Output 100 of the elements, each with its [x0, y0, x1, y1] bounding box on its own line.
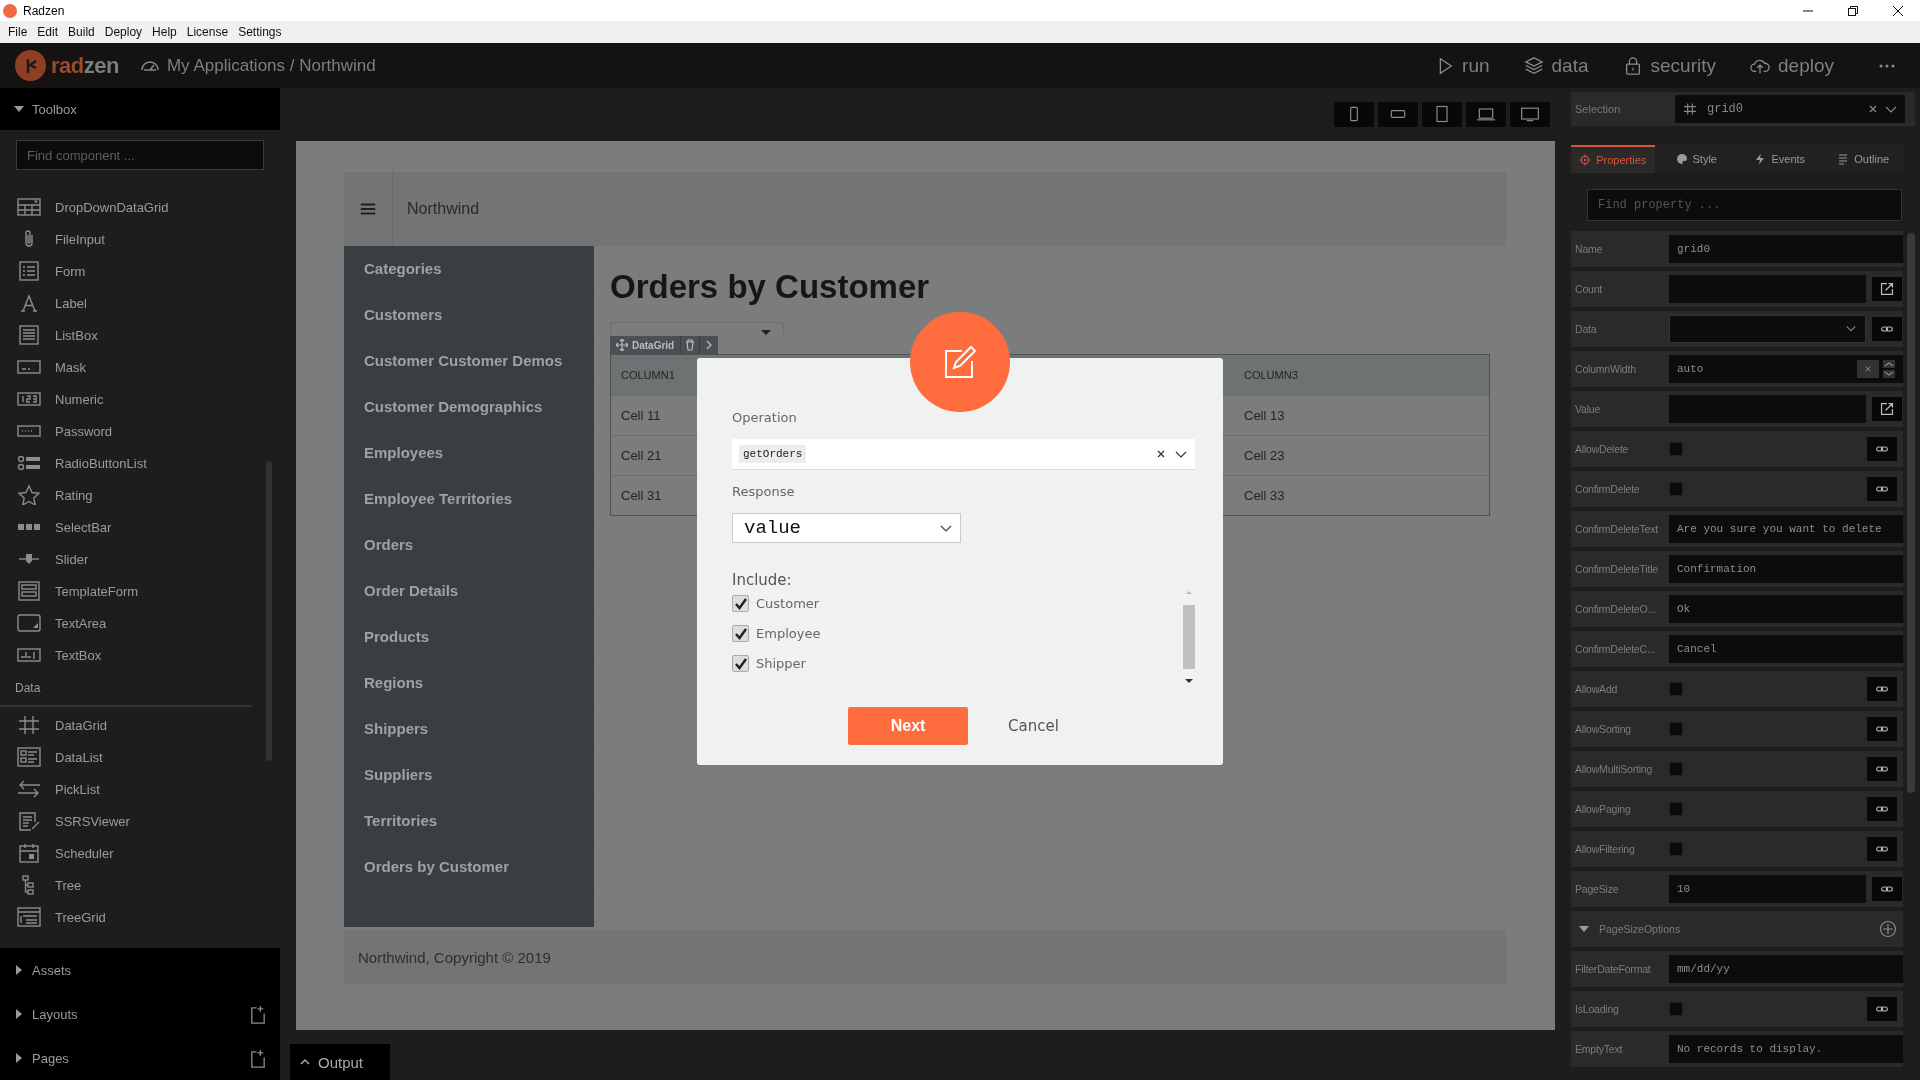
menu-item[interactable]: Help [147, 25, 182, 39]
component-label[interactable]: TextBox [55, 647, 102, 663]
property-field[interactable]: Confirmation [1669, 555, 1903, 583]
property-group-label[interactable]: PageSizeOptions [1599, 923, 1681, 935]
property-checkbox[interactable] [1669, 482, 1683, 496]
component-label[interactable]: TreeGrid [55, 909, 106, 925]
property-checkbox[interactable] [1669, 842, 1683, 856]
add-page-icon[interactable] [250, 1048, 266, 1068]
toolbar-action[interactable]: data [1523, 54, 1589, 77]
component-label[interactable]: RadioButtonList [55, 455, 147, 471]
property-checkbox[interactable] [1669, 802, 1683, 816]
component-label[interactable]: SelectBar [55, 519, 112, 535]
toolbar-action[interactable]: run [1434, 54, 1490, 77]
component-label[interactable]: TextArea [55, 615, 107, 631]
nav-item[interactable]: Suppliers [344, 752, 594, 798]
property-field[interactable]: grid0 [1669, 235, 1903, 263]
panel-title[interactable]: Assets [32, 962, 71, 978]
property-field[interactable]: Are you sure you want to delete [1669, 515, 1903, 543]
restore-icon[interactable] [1847, 5, 1858, 16]
checkbox[interactable] [732, 625, 749, 642]
nav-item[interactable]: Customer Demographics [344, 384, 594, 430]
component-label[interactable]: Scheduler [55, 845, 114, 861]
component-label[interactable]: DataList [55, 749, 103, 765]
checkbox-label[interactable]: Shipper [756, 656, 806, 671]
component-tag[interactable]: DataGrid [610, 336, 719, 354]
add-page-icon[interactable] [250, 1004, 266, 1024]
column-header[interactable]: COLUMN3 [1244, 369, 1298, 381]
link-button[interactable] [1867, 837, 1897, 861]
component-label[interactable]: Slider [55, 551, 89, 567]
panel-title[interactable]: Pages [32, 1050, 69, 1066]
device-button[interactable] [1466, 101, 1506, 127]
search-field[interactable]: Find component ... [16, 140, 264, 170]
link-button[interactable] [1867, 757, 1897, 781]
operation-select[interactable]: getOrders [732, 439, 1195, 470]
link-button[interactable] [1872, 317, 1902, 341]
link-button[interactable] [1872, 877, 1902, 901]
panel-title[interactable]: Toolbox [32, 101, 77, 117]
property-field[interactable]: 10 [1669, 875, 1866, 903]
close-icon[interactable] [1892, 5, 1903, 16]
scrollbar[interactable] [1907, 233, 1915, 793]
search-field[interactable]: Find property ... [1587, 189, 1902, 221]
link-button[interactable] [1867, 677, 1897, 701]
nav-item[interactable]: Employee Territories [344, 476, 594, 522]
link-button[interactable] [1867, 797, 1897, 821]
component-label[interactable]: TemplateForm [55, 583, 139, 599]
device-button[interactable] [1378, 101, 1418, 127]
output-tab[interactable]: Output [290, 1044, 390, 1080]
property-checkbox[interactable] [1669, 682, 1683, 696]
column-header[interactable]: COLUMN1 [621, 369, 675, 381]
component-label[interactable]: ListBox [55, 327, 98, 343]
menu-item[interactable]: Settings [233, 25, 287, 39]
component-label[interactable]: Password [55, 423, 113, 439]
edit-button[interactable] [1872, 397, 1902, 421]
menu-item[interactable]: Edit [32, 25, 64, 39]
menu-item[interactable]: File [3, 25, 33, 39]
component-label[interactable]: PickList [55, 781, 100, 797]
nav-item[interactable]: Employees [344, 430, 594, 476]
property-checkbox[interactable] [1669, 1002, 1683, 1016]
device-button[interactable] [1334, 101, 1374, 127]
checkbox[interactable] [732, 655, 749, 672]
nav-item[interactable]: Customers [344, 292, 594, 338]
nav-item[interactable]: Orders by Customer [344, 844, 594, 890]
component-label[interactable]: DropDownDataGrid [55, 199, 169, 215]
nav-item[interactable]: Products [344, 614, 594, 660]
nav-item[interactable]: Customer Customer Demos [344, 338, 594, 384]
tab[interactable]: Style [1654, 145, 1738, 173]
property-field[interactable]: mm/dd/yy [1669, 955, 1903, 983]
nav-item[interactable]: Shippers [344, 706, 594, 752]
component-label[interactable]: Numeric [55, 391, 104, 407]
component-label[interactable]: Tree [55, 877, 82, 893]
link-button[interactable] [1867, 717, 1897, 741]
response-select[interactable]: value [732, 513, 961, 543]
cancel-button[interactable]: Cancel [988, 717, 1079, 735]
link-button[interactable] [1867, 477, 1897, 501]
tab[interactable]: Outline [1821, 145, 1905, 173]
property-field[interactable]: auto [1669, 355, 1903, 383]
selection-dropdown[interactable]: grid0 [1675, 95, 1905, 123]
property-field[interactable]: No records to display. [1669, 1035, 1903, 1063]
nav-item[interactable]: Categories [344, 246, 594, 292]
property-field[interactable] [1669, 395, 1866, 423]
property-field[interactable]: Ok [1669, 595, 1903, 623]
component-label[interactable]: Rating [55, 487, 93, 503]
checkbox[interactable] [732, 595, 749, 612]
component-label[interactable]: Mask [55, 359, 87, 375]
component-label[interactable]: DataGrid [55, 717, 108, 733]
property-field[interactable]: Cancel [1669, 635, 1903, 663]
menu-item[interactable]: Deploy [99, 25, 148, 39]
nav-item[interactable]: Order Details [344, 568, 594, 614]
panel-title[interactable]: Layouts [32, 1006, 78, 1022]
menu-item[interactable]: License [181, 25, 234, 39]
property-checkbox[interactable] [1669, 442, 1683, 456]
device-button[interactable] [1510, 101, 1550, 127]
component-label[interactable]: Label [55, 295, 87, 311]
tab[interactable]: Properties [1571, 145, 1655, 173]
menu-item[interactable]: Build [63, 25, 100, 39]
property-checkbox[interactable] [1669, 762, 1683, 776]
link-button[interactable] [1867, 997, 1897, 1021]
device-button[interactable] [1422, 101, 1462, 127]
nav-item[interactable]: Orders [344, 522, 594, 568]
component-label[interactable]: FileInput [55, 231, 105, 247]
